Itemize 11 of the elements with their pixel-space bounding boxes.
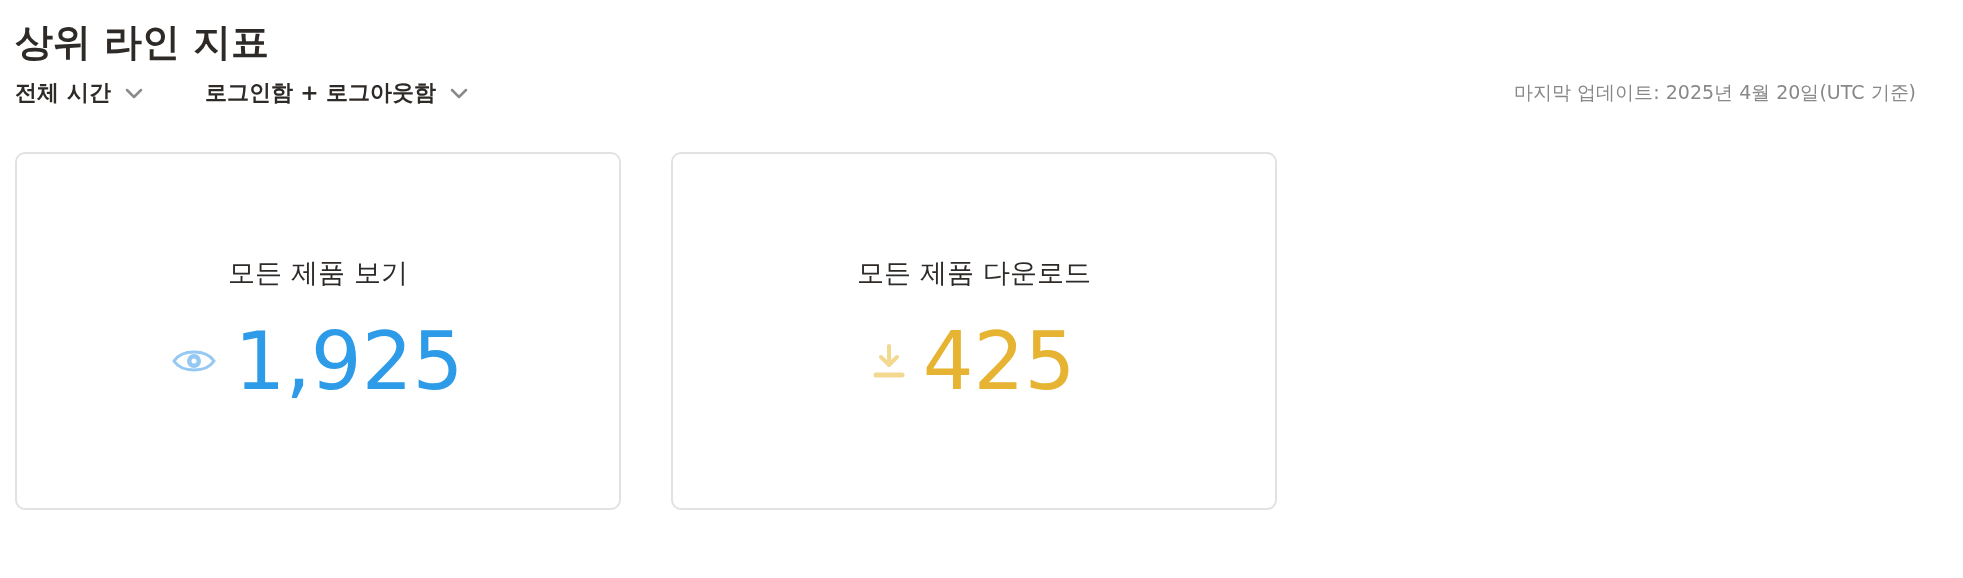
filter-dropdown[interactable]: 로그인함 + 로그아웃함 bbox=[204, 78, 469, 108]
metric-value: 1,925 bbox=[234, 314, 464, 408]
chevron-down-icon bbox=[450, 87, 469, 99]
card-title: 모든 제품 보기 bbox=[228, 255, 408, 290]
page-title: 상위 라인 지표 bbox=[15, 19, 271, 66]
filter-dropdown[interactable]: 전체 시간 bbox=[15, 78, 143, 108]
metric-value: 425 bbox=[922, 314, 1076, 408]
last-updated-text: 마지막 업데이트: 2025년 4월 20일(UTC 기준) bbox=[1514, 80, 1916, 105]
card-title: 모든 제품 다운로드 bbox=[857, 255, 1091, 290]
chevron-down-icon bbox=[124, 87, 143, 99]
download-icon bbox=[872, 343, 905, 379]
